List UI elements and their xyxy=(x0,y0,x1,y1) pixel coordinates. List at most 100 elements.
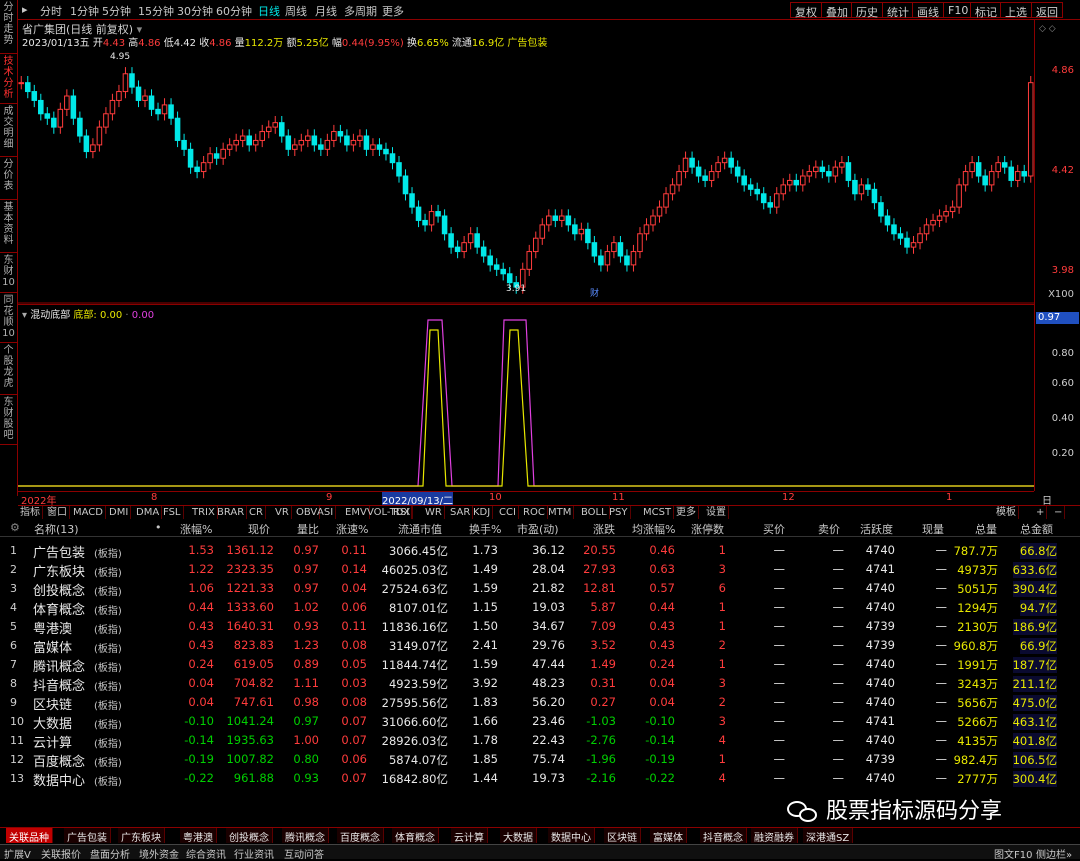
period-5[interactable]: 30分钟 xyxy=(177,3,213,19)
table-row[interactable]: 1 广告包装 (板指) 1.53 1361.12 0.97 0.11 3066.45亿 1.73… xyxy=(0,541,1080,561)
table-row[interactable]: 9 区块链 (板指) 0.04 747.61 0.98 0.08 27595.56亿 1.83 5… xyxy=(0,693,1080,713)
period-6[interactable]: 60分钟 xyxy=(216,3,252,19)
indicator-tab-1[interactable]: 指标 xyxy=(18,506,43,520)
left-tab-9[interactable]: 东财股吧 xyxy=(0,395,17,445)
table-row[interactable]: 3 创投概念 (板指) 1.06 1221.33 0.97 0.04 27524.63亿 1.5… xyxy=(0,579,1080,599)
related-tab-15[interactable]: 融资融券 xyxy=(751,828,798,844)
left-tab-5[interactable]: 基本资料 xyxy=(0,200,17,253)
indicator-tab-19[interactable]: CCI xyxy=(497,506,519,520)
column-header-11[interactable]: 均涨幅% xyxy=(632,521,675,537)
table-row[interactable]: 8 抖音概念 (板指) 0.04 704.82 1.11 0.03 4923.59亿 3.92 4… xyxy=(0,674,1080,694)
related-tab-6[interactable]: 腾讯概念 xyxy=(282,828,329,844)
related-tab-12[interactable]: 区块链 xyxy=(604,828,641,844)
column-header-8[interactable]: 换手% xyxy=(469,521,501,537)
table-row[interactable]: 5 粤港澳 (板指) 0.43 1640.31 0.93 0.11 11836.16亿 1.50… xyxy=(0,617,1080,637)
column-header-17[interactable]: 总量 xyxy=(975,521,997,537)
toolbar-button-1[interactable]: 复权 xyxy=(790,2,822,19)
period-10[interactable]: 多周期 xyxy=(344,3,377,19)
indicator-tab-6[interactable]: FSL xyxy=(161,506,184,520)
toolbar-button-9[interactable]: 返回 xyxy=(1031,2,1063,19)
left-tab-2[interactable]: 技术分析 xyxy=(0,54,17,104)
indicator-tab-3[interactable]: MACD xyxy=(71,506,106,520)
indicator-tab-17[interactable]: SAR xyxy=(448,506,474,520)
toolbar-button-7[interactable]: 标记 xyxy=(970,2,1002,19)
indicator-tab-18[interactable]: KDJ xyxy=(471,506,494,520)
indicator-tab-2[interactable]: 窗口 xyxy=(45,506,70,520)
period-4[interactable]: 15分钟 xyxy=(138,3,174,19)
indicator-tab-7[interactable]: TRIX xyxy=(190,506,218,520)
table-settings-icon[interactable]: ⚙ xyxy=(10,521,20,534)
period-8[interactable]: 周线 xyxy=(285,3,307,19)
column-header-16[interactable]: 现量 xyxy=(922,521,944,537)
table-row[interactable]: 12 百度概念 (板指) -0.19 1007.82 0.80 0.06 5874.07亿 1.… xyxy=(0,750,1080,770)
table-row[interactable]: 10 大数据 (板指) -0.10 1041.24 0.97 0.07 31066.60亿 1.… xyxy=(0,712,1080,732)
left-tab-7[interactable]: 同花顺10 xyxy=(0,293,17,343)
indicator-right-tab-2[interactable]: + xyxy=(1034,506,1048,520)
column-header-18[interactable]: 总金额 xyxy=(1020,521,1053,537)
toolbar-button-3[interactable]: 历史 xyxy=(851,2,883,19)
indicator-tab-23[interactable]: PSY xyxy=(607,506,631,520)
toolbar-button-2[interactable]: 叠加 xyxy=(821,2,853,19)
indicator-tab-20[interactable]: ROC xyxy=(521,506,548,520)
related-tab-2[interactable]: 广告包装 xyxy=(64,828,111,844)
left-tab-3[interactable]: 成交明细 xyxy=(0,104,17,157)
finance-marker[interactable]: 财 xyxy=(590,287,599,299)
toolbar-button-5[interactable]: 画线 xyxy=(912,2,944,19)
table-row[interactable]: 4 体育概念 (板指) 0.44 1333.60 1.02 0.06 8107.01亿 1.15… xyxy=(0,598,1080,618)
column-header-13[interactable]: 买价 xyxy=(763,521,785,537)
column-header-5[interactable]: 量比 xyxy=(297,521,319,537)
period-11[interactable]: 更多 xyxy=(382,3,404,19)
related-tab-14[interactable]: 抖音概念 xyxy=(700,828,747,844)
related-tab-7[interactable]: 百度概念 xyxy=(337,828,384,844)
indicator-right-tab-3[interactable]: − xyxy=(1052,506,1066,520)
table-row[interactable]: 13 数据中心 (板指) -0.22 961.88 0.93 0.07 16842.80亿 1.… xyxy=(0,769,1080,789)
related-tab-11[interactable]: 数据中心 xyxy=(548,828,595,844)
indicator-tab-12[interactable]: ASI xyxy=(315,506,337,520)
column-header-12[interactable]: 涨停数 xyxy=(691,521,724,537)
left-tab-4[interactable]: 分价表 xyxy=(0,157,17,200)
left-tab-8[interactable]: 个股龙虎 xyxy=(0,343,17,395)
toolbar-button-4[interactable]: 统计 xyxy=(882,2,914,19)
related-tab-8[interactable]: 体育概念 xyxy=(392,828,439,844)
left-tab-6[interactable]: 东财10 xyxy=(0,253,17,293)
related-tab-16[interactable]: 深港通SZ xyxy=(803,828,854,844)
table-row[interactable]: 11 云计算 (板指) -0.14 1935.63 1.00 0.07 28926.03亿 1.… xyxy=(0,731,1080,751)
related-tab-4[interactable]: 粤港澳 xyxy=(180,828,217,844)
indicator-tab-10[interactable]: VR xyxy=(273,506,292,520)
related-tab-3[interactable]: 广东板块 xyxy=(118,828,165,844)
related-tab-9[interactable]: 云计算 xyxy=(451,828,488,844)
column-header-15[interactable]: 活跃度 xyxy=(860,521,893,537)
period-7[interactable]: 日线 xyxy=(258,3,280,19)
indicator-tab-25[interactable]: 更多 xyxy=(674,506,699,520)
indicator-tab-4[interactable]: DMI xyxy=(107,506,132,520)
candlestick-chart[interactable]: 4.95 3.91 财 xyxy=(18,48,1034,304)
table-row[interactable]: 6 富媒体 (板指) 0.43 823.83 1.23 0.08 3149.07亿 2.41 29… xyxy=(0,636,1080,656)
indicator-chart[interactable] xyxy=(18,305,1034,491)
column-header-1[interactable]: 名称(13) xyxy=(34,521,79,537)
related-tab-5[interactable]: 创投概念 xyxy=(226,828,273,844)
related-tab-10[interactable]: 大数据 xyxy=(500,828,537,844)
settings-icon[interactable]: ▸ xyxy=(22,3,28,16)
column-header-9[interactable]: 市盈(动) xyxy=(517,521,559,537)
column-header-2[interactable]: • xyxy=(155,521,162,534)
period-3[interactable]: 5分钟 xyxy=(102,3,131,19)
toolbar-button-8[interactable]: 上选 xyxy=(1000,2,1032,19)
indicator-right-tab-1[interactable]: 模板 xyxy=(994,506,1019,520)
column-header-10[interactable]: 涨跌 xyxy=(593,521,615,537)
indicator-tab-8[interactable]: BRAR xyxy=(215,506,248,520)
period-2[interactable]: 1分钟 xyxy=(70,3,99,19)
indicator-tab-5[interactable]: DMA xyxy=(134,506,163,520)
left-tab-1[interactable]: 分时走势 xyxy=(0,0,17,54)
column-header-14[interactable]: 卖价 xyxy=(818,521,840,537)
table-row[interactable]: 7 腾讯概念 (板指) 0.24 619.05 0.89 0.05 11844.74亿 1.59… xyxy=(0,655,1080,675)
indicator-tab-15[interactable]: RSI xyxy=(391,506,413,520)
table-row[interactable]: 2 广东板块 (板指) 1.22 2323.35 0.97 0.14 46025.03亿 1.4… xyxy=(0,560,1080,580)
indicator-tab-21[interactable]: MTM xyxy=(546,506,575,520)
indicator-tab-22[interactable]: BOLL xyxy=(579,506,610,520)
period-1[interactable]: 分时 xyxy=(40,3,62,19)
column-header-7[interactable]: 流通市值 xyxy=(398,521,442,537)
indicator-tab-16[interactable]: WR xyxy=(423,506,445,520)
indicator-tab-24[interactable]: MCST xyxy=(641,506,675,520)
toolbar-button-6[interactable]: F10 xyxy=(943,2,974,18)
indicator-tab-9[interactable]: CR xyxy=(247,506,266,520)
